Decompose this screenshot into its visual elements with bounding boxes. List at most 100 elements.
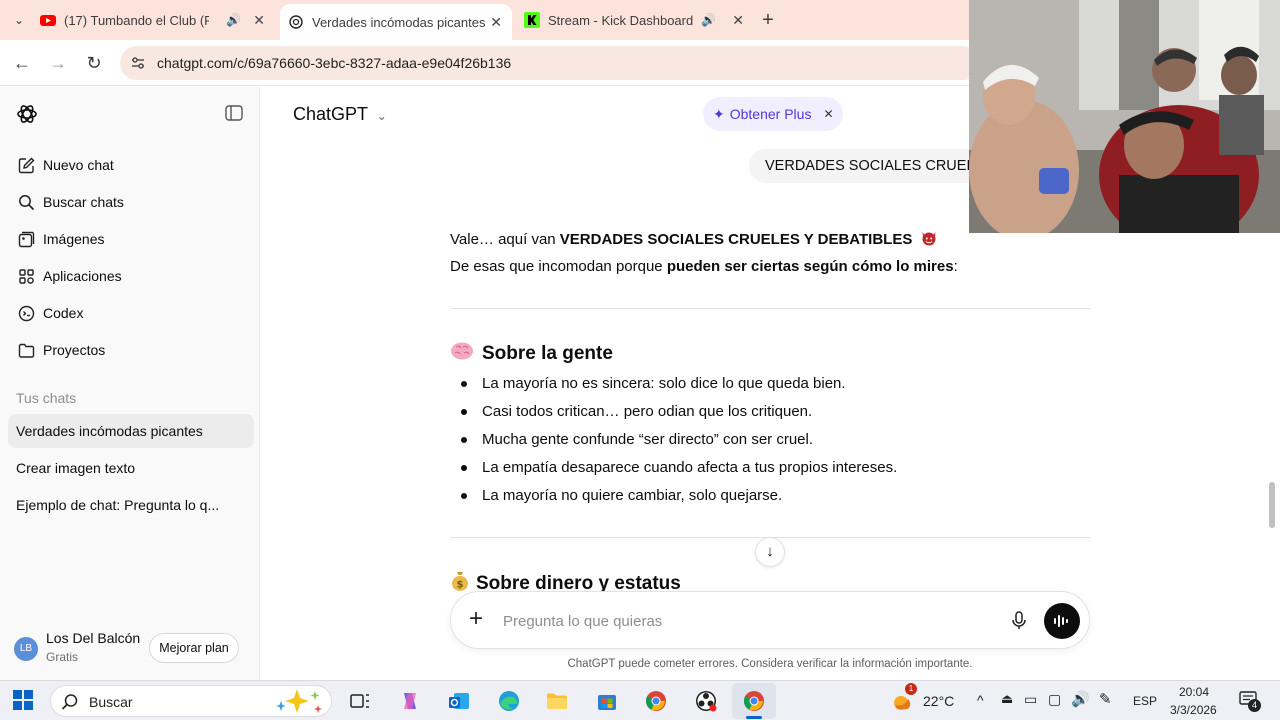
forward-button[interactable]: → (47, 52, 69, 74)
user-name: Los Del Balcón (46, 630, 141, 646)
disclaimer-text: ChatGPT puede cometer errores. Considera… (567, 658, 973, 670)
address-bar[interactable]: chatgpt.com/c/69a76660-3ebc-8327-adaa-e9… (120, 46, 980, 80)
url-text[interactable]: chatgpt.com/c/69a76660-3ebc-8327-adaa-e9… (157, 55, 511, 71)
list-item-text: Casi todos critican… pero odian que los … (482, 403, 813, 420)
chats-section-label: Tus chats (16, 390, 77, 406)
sidebar-item-search[interactable]: Buscar chats (0, 187, 260, 217)
sidebar-item-codex[interactable]: Codex (0, 298, 260, 328)
task-view-icon[interactable] (348, 689, 372, 713)
toggle-sidebar-icon[interactable] (225, 105, 243, 126)
list-item: La empatía desaparece cuando afecta a tu… (461, 459, 897, 476)
speaker-icon[interactable]: 🔊 (226, 13, 241, 27)
sidebar-item-new-chat[interactable]: Nuevo chat (0, 150, 260, 180)
new-tab-button[interactable]: + (757, 9, 779, 31)
chat-item[interactable]: Crear imagen texto (8, 451, 254, 485)
pen-icon[interactable]: ✎ (1099, 690, 1112, 708)
close-icon[interactable]: ✕ (823, 107, 833, 121)
devil-emoji-icon (917, 231, 938, 248)
model-name: ChatGPT (293, 104, 368, 124)
edge-icon[interactable] (497, 689, 521, 713)
usb-icon[interactable]: ⏏ (1001, 691, 1013, 707)
openai-logo-icon[interactable] (16, 103, 38, 130)
copilot-icon[interactable] (398, 689, 422, 713)
sidebar-item-apps[interactable]: Aplicaciones (0, 261, 260, 291)
bullet-dot (461, 492, 467, 499)
sidebar-item-label: Imágenes (43, 231, 105, 247)
webcam-overlay (969, 0, 1280, 233)
intro-bold: VERDADES SOCIALES CRUELES Y DEBATIBLES (559, 231, 913, 248)
user-profile[interactable]: LB Los Del Balcón Gratis Mejorar plan (0, 617, 260, 680)
divider (450, 308, 1090, 309)
temperature[interactable]: 22°C (923, 693, 954, 709)
sidebar-item-label: Buscar chats (43, 194, 124, 210)
get-plus-button[interactable]: ✦ Obtener Plus ✕ (703, 97, 843, 131)
microphone-icon[interactable] (1011, 611, 1027, 636)
chat-item[interactable]: Ejemplo de chat: Pregunta lo q... (8, 488, 254, 522)
waveform-icon (1054, 615, 1068, 627)
sidebar-item-label: Nuevo chat (43, 157, 114, 173)
prompt-input[interactable] (503, 610, 983, 632)
assistant-intro-line2: De esas que incomodan porque pueden ser … (450, 258, 958, 275)
monitor-icon[interactable]: ▢ (1048, 691, 1061, 708)
obs-icon[interactable] (694, 689, 718, 713)
volume-icon[interactable]: 🔊 (1071, 690, 1090, 708)
windows-start-icon[interactable] (13, 690, 37, 714)
notifications-icon[interactable]: 4 (1239, 691, 1261, 714)
intro-plain: Vale… aquí van (450, 231, 560, 248)
images-icon (17, 230, 35, 248)
list-item: Casi todos critican… pero odian que los … (461, 403, 812, 420)
chevron-up-icon[interactable]: ^ (977, 692, 984, 708)
upgrade-plan-button[interactable]: Mejorar plan (149, 633, 239, 663)
taskbar-search[interactable]: Buscar (50, 685, 332, 717)
scroll-down-button[interactable]: ↓ (755, 537, 785, 567)
attach-plus-button[interactable]: + (469, 606, 483, 632)
outlook-icon[interactable] (447, 689, 471, 713)
chrome-icon[interactable] (644, 689, 668, 713)
avatar: LB (14, 637, 38, 661)
tab-youtube[interactable]: (17) Tumbando el Club (Re 🔊 ✕ (40, 0, 275, 40)
chat-item-active[interactable]: Verdades incómodas picantes (8, 414, 254, 448)
voice-mode-button[interactable] (1044, 603, 1080, 639)
chrome-active-icon[interactable] (732, 683, 776, 719)
brain-icon (450, 341, 474, 367)
openai-icon (288, 14, 304, 30)
intro-bold: pueden ser ciertas según cómo lo mires (666, 258, 954, 275)
tab-chatgpt[interactable]: Verdades incómodas picantes ✕ (280, 4, 512, 40)
sidebar-item-projects[interactable]: Proyectos (0, 335, 260, 365)
sidebar-item-images[interactable]: Imágenes (0, 224, 260, 254)
weather-icon[interactable]: 1 (891, 683, 917, 713)
intro-end: : (953, 258, 958, 275)
tab-title: Stream - Kick Dashboard (548, 12, 694, 28)
scrollbar[interactable] (1269, 482, 1275, 528)
tab-search-chevron-icon[interactable]: ⌄ (8, 9, 30, 31)
model-selector[interactable]: ChatGPT ⌄ (293, 104, 387, 125)
svg-text:$: $ (457, 580, 464, 591)
intro-plain: De esas que incomodan porque (450, 258, 667, 275)
site-settings-icon[interactable] (130, 55, 146, 71)
section-title-text: Sobre la gente (482, 343, 613, 364)
microsoft-store-icon[interactable] (595, 689, 619, 713)
close-tab-icon[interactable]: ✕ (253, 12, 265, 29)
folder-icon (17, 341, 35, 359)
user-plan: Gratis (46, 650, 79, 664)
file-explorer-icon[interactable] (545, 689, 569, 713)
network-icon[interactable]: ▭ (1024, 691, 1037, 708)
webcam-image (969, 0, 1280, 233)
back-button[interactable]: ← (11, 52, 33, 74)
clock-date[interactable]: 3/3/2026 (1170, 703, 1217, 717)
codex-icon (17, 304, 35, 322)
close-tab-icon[interactable]: ✕ (490, 14, 502, 31)
section-heading: Sobre la gente (450, 341, 613, 367)
sparkle-icon (269, 687, 327, 720)
reload-button[interactable]: ↻ (83, 52, 105, 74)
clock-time[interactable]: 20:04 (1179, 685, 1209, 699)
language-indicator[interactable]: ESP (1133, 694, 1157, 708)
speaker-icon[interactable]: 🔊 (701, 13, 716, 27)
list-item-text: Mucha gente confunde “ser directo” con s… (482, 431, 814, 448)
chat-item-label: Ejemplo de chat: Pregunta lo q... (16, 497, 220, 513)
chat-item-label: Crear imagen texto (16, 460, 136, 476)
sparkle-icon: ✦ (713, 105, 725, 122)
close-tab-icon[interactable]: ✕ (732, 12, 744, 29)
tab-kick[interactable]: Stream - Kick Dashboard 🔊 ✕ (524, 0, 754, 40)
list-item: Mucha gente confunde “ser directo” con s… (461, 431, 813, 448)
